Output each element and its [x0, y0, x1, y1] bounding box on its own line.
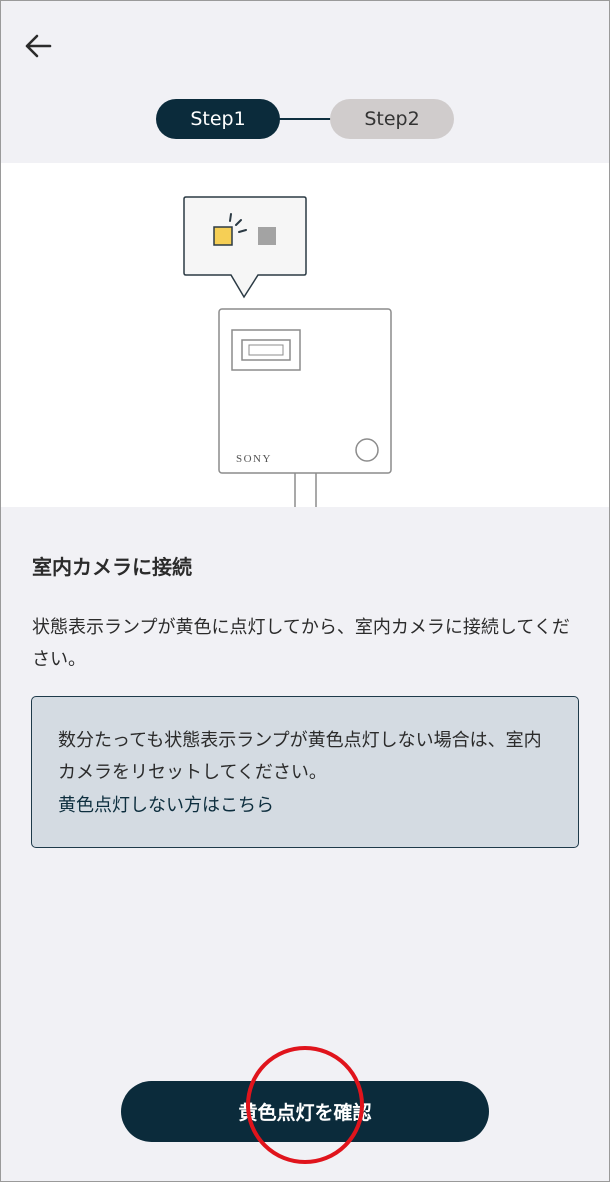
step-progress: Step1 Step2	[156, 99, 454, 139]
camera-illustration: SONY	[0, 163, 610, 507]
instruction-text: 状態表示ランプが黄色に点灯してから、室内カメラに接続してください。	[32, 617, 570, 670]
camera-lamp-diagram: SONY	[183, 196, 392, 507]
status-lamp-on	[213, 226, 233, 246]
camera-reset-button	[355, 438, 379, 462]
lamp-callout-bubble	[183, 196, 307, 299]
confirm-yellow-light-button[interactable]: 黄色点灯を確認	[121, 1081, 489, 1142]
arrow-left-icon	[25, 34, 52, 58]
camera-brand-label: SONY	[236, 453, 272, 465]
status-lamp-off	[258, 227, 276, 245]
back-button[interactable]	[20, 28, 56, 64]
notice-box: 数分たっても状態表示ランプが黄色点灯しない場合は、室内カメラをリセットしてくださ…	[31, 696, 579, 848]
step-1-indicator: Step1	[156, 99, 280, 139]
page-title: 室内カメラに接続	[32, 555, 192, 579]
step-2-indicator: Step2	[330, 99, 454, 139]
notice-text: 数分たっても状態表示ランプが黄色点灯しない場合は、室内カメラをリセットしてくださ…	[58, 730, 542, 783]
step-connector	[276, 118, 336, 120]
not-lit-help-link[interactable]: 黄色点灯しない方はこちら	[58, 791, 552, 821]
